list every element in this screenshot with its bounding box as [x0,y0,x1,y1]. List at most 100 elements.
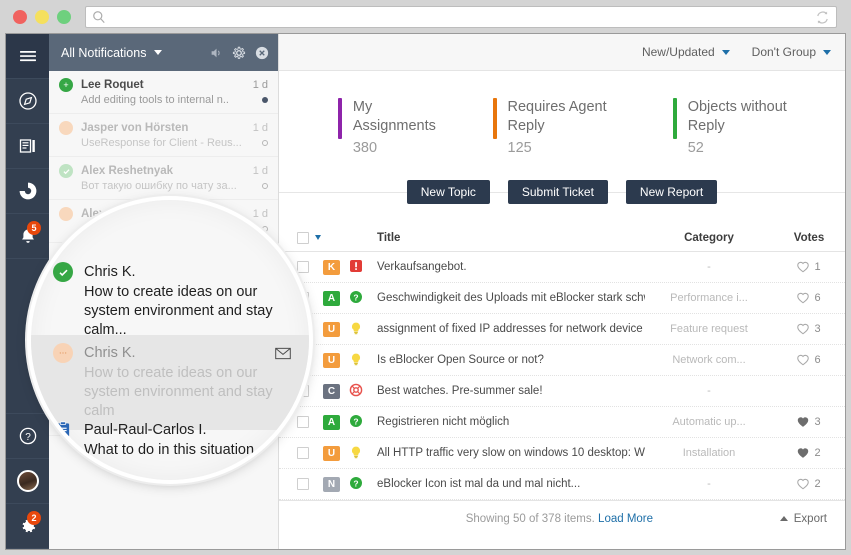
list-item[interactable]: + Lee Roquet 1 d Add editing tools to in… [49,71,278,114]
sidebar-item-explore[interactable] [6,79,49,124]
close-icon[interactable] [255,46,269,60]
table-row[interactable]: N ? eBlocker Icon ist mal da und mal nic… [279,469,845,500]
row-badge-cell: K [323,259,349,275]
book-icon [19,139,35,153]
read-dot[interactable] [262,140,268,146]
status-badge: A [323,290,340,306]
magnified-list-item-selected[interactable]: Chris K. How to create ideas on our syst… [31,335,309,430]
row-title[interactable]: All HTTP traffic very slow on windows 10… [377,447,645,459]
row-title[interactable]: Best watches. Pre-summer sale! [377,385,645,397]
notification-row-top: Jasper von Hörsten 1 d [59,121,268,135]
magnified-sender: Paul-Raul-Carlos I. [84,422,207,438]
row-title[interactable]: Registrieren nicht möglich [377,416,645,428]
search-bar[interactable] [85,6,837,28]
row-title[interactable]: eBlocker Icon ist mal da und mal nicht..… [377,478,645,490]
svg-text:?: ? [353,292,358,302]
table-row[interactable]: C Best watches. Pre-summer sale! - [279,376,845,407]
new-report-button[interactable]: New Report [625,180,718,204]
magnified-faded-item[interactable]: + Use... [31,462,309,478]
notification-text: Вот такую ошибку по чату за... [81,180,237,192]
load-more-link[interactable]: Load More [598,513,653,525]
notification-sender: Alex Reshetnyak [81,165,174,177]
maximize-window-button[interactable] [57,9,71,24]
unread-dot[interactable] [262,97,268,103]
filter-group-label: Don't Group [751,45,816,59]
sidebar-item-knowledge-base[interactable] [6,124,49,169]
filter-new-updated[interactable]: New/Updated [642,45,730,59]
heart-outline-icon[interactable] [797,292,810,304]
row-votes-cell: 6 [773,292,845,304]
row-title[interactable]: assignment of fixed IP addresses for net… [377,323,645,335]
list-item[interactable]: Jasper von Hörsten 1 d UseResponse for C… [49,114,278,157]
magnified-list-item[interactable]: Paul-Raul-Carlos I. What to do in this s… [31,420,309,460]
table-row[interactable]: A ? Geschwindigkeit des Uploads mit eBlo… [279,283,845,314]
question-icon: ? [350,414,362,427]
status-badge: C [323,383,340,399]
heart-outline-icon[interactable] [797,261,810,273]
table-row[interactable]: A ? Registrieren nicht möglich Automatic… [279,407,845,438]
row-title[interactable]: Verkaufsangebot. [377,261,645,273]
notification-time: 1 d [252,165,268,177]
kpi-objects-without-reply[interactable]: Objects without Reply 52 [672,98,845,158]
kpi-label: Objects without Reply [687,99,787,134]
minimize-window-button[interactable] [35,9,49,24]
magnified-sender: Chris K. [84,264,136,280]
table-header: Title Category Votes [279,224,845,252]
notification-time: 1 d [252,79,268,91]
refresh-icon[interactable] [815,10,830,25]
votes-count: 6 [814,292,821,304]
votes-count: 2 [814,478,821,490]
magnified-list-item[interactable]: Chris K. How to create ideas on our syst… [31,262,309,340]
kpi-my-assignments[interactable]: My Assignments 380 [338,98,493,158]
column-header-title[interactable]: Title [377,232,645,244]
unread-dot[interactable] [273,471,279,477]
objects-table: Title Category Votes K Verkaufsangebot. [279,224,845,536]
chevron-down-icon[interactable] [154,50,163,55]
status-badge: U [323,352,340,368]
kpi-requires-agent-reply[interactable]: Requires Agent Reply 125 [492,98,673,158]
chat-icon [53,343,73,363]
read-dot[interactable] [262,183,268,189]
heart-filled-icon[interactable] [797,416,809,428]
notification-row-top: Alex Reshetnyak 1 d [59,164,268,178]
app-window: 5 ? 2 All Notifications + Lee Roquet 1 d… [0,0,851,555]
clipboard-icon [53,420,73,440]
new-topic-button[interactable]: New Topic [406,180,490,204]
lightbulb-icon [351,353,361,365]
export-button[interactable]: Export [779,513,845,525]
row-title[interactable]: Is eBlocker Open Source or not? [377,354,645,366]
search-input[interactable] [106,8,815,26]
speaker-icon[interactable] [209,46,223,60]
filter-group[interactable]: Don't Group [752,45,831,59]
table-row[interactable]: U All HTTP traffic very slow on windows … [279,438,845,469]
magnifier-content: Chris K. How to create ideas on our syst… [31,200,309,480]
heart-outline-icon[interactable] [797,323,810,335]
row-type-cell: ? [349,414,377,431]
row-title[interactable]: Geschwindigkeit des Uploads mit eBlocker… [377,292,645,304]
chevron-down-icon[interactable] [315,235,321,240]
votes-count: 6 [814,354,821,366]
envelope-icon[interactable] [275,347,291,360]
magnified-text: What to do in this situation [84,442,255,458]
column-header-votes[interactable]: Votes [773,232,845,244]
close-window-button[interactable] [13,9,27,24]
sidebar-item-settings[interactable]: 2 [6,504,49,549]
table-row[interactable]: U assignment of fixed IP addresses for n… [279,314,845,345]
sidebar-item-menu[interactable] [6,34,49,79]
row-badge-cell: U [323,445,349,461]
notifications-title[interactable]: All Notifications [61,46,146,60]
table-row[interactable]: K Verkaufsangebot. - 1 [279,252,845,283]
heart-outline-icon[interactable] [797,354,810,366]
list-item[interactable]: Alex Reshetnyak 1 d Вот такую ошибку по … [49,157,278,200]
table-row[interactable]: U Is eBlocker Open Source or not? Networ… [279,345,845,376]
gear-icon[interactable] [232,46,246,60]
magnified-row-top: Chris K. [53,262,291,282]
row-type-cell [349,383,377,400]
row-category: Automatic up... [672,416,746,428]
hamburger-icon [19,51,36,62]
heart-filled-icon[interactable] [797,447,809,459]
column-header-category[interactable]: Category [645,232,773,244]
submit-ticket-button[interactable]: Submit Ticket [507,180,608,204]
heart-outline-icon[interactable] [797,478,810,490]
triangle-up-icon [779,516,788,521]
